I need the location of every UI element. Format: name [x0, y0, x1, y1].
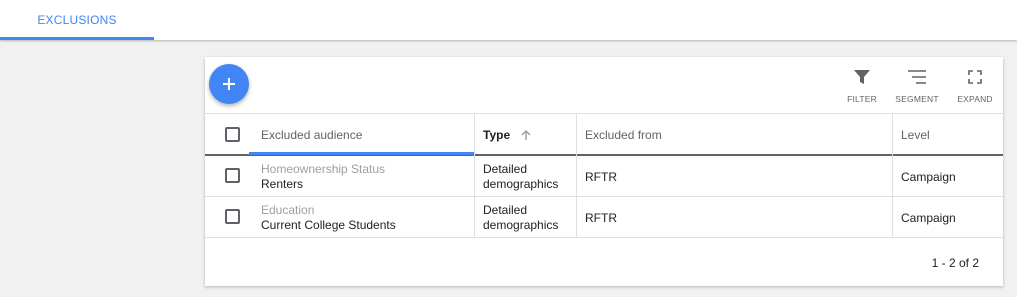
filter-button[interactable]: FILTER: [845, 66, 879, 106]
expand-button[interactable]: EXPAND: [956, 66, 994, 106]
tab-exclusions-label: EXCLUSIONS: [37, 13, 117, 27]
excluded-audience-cell: Education Current College Students: [261, 203, 396, 233]
audience-category: Education: [261, 203, 315, 217]
header-excluded-audience-label: Excluded audience: [261, 127, 363, 142]
expand-label: EXPAND: [957, 94, 993, 104]
header-excluded-from-label: Excluded from: [585, 127, 662, 142]
column-divider: [576, 114, 577, 237]
filter-icon: [854, 70, 870, 84]
header-excluded-from[interactable]: Excluded from: [585, 114, 662, 155]
segment-button[interactable]: SEGMENT: [894, 66, 940, 106]
type-line2: demographics: [483, 177, 559, 191]
header-excluded-audience[interactable]: Excluded audience: [261, 114, 362, 155]
column-divider: [474, 114, 475, 237]
header-level[interactable]: Level: [901, 114, 930, 155]
type-cell: Detailed demographics: [483, 162, 558, 192]
tab-exclusions[interactable]: EXCLUSIONS: [0, 0, 154, 40]
level-cell: Campaign: [901, 170, 956, 184]
row-checkbox[interactable]: [225, 168, 240, 183]
excluded-audience-cell: Homeownership Status Renters: [261, 162, 385, 192]
excluded-from-cell[interactable]: RFTR: [585, 170, 617, 185]
filter-label: FILTER: [847, 94, 877, 104]
type-line2: demographics: [483, 218, 559, 232]
type-cell: Detailed demographics: [483, 203, 558, 233]
column-divider: [892, 114, 893, 237]
type-line1: Detailed: [483, 203, 528, 217]
row-divider: [205, 237, 1003, 238]
top-tab-bar: EXCLUSIONS: [0, 0, 1017, 40]
audience-name: Renters: [261, 177, 304, 191]
header-type[interactable]: Type: [483, 114, 532, 155]
sort-ascending-icon: [521, 129, 531, 140]
excluded-from-cell[interactable]: RFTR: [585, 211, 617, 226]
segment-label: SEGMENT: [895, 94, 939, 104]
expand-icon: [968, 70, 982, 84]
type-line1: Detailed: [483, 162, 528, 176]
audience-category: Homeownership Status: [261, 162, 386, 176]
row-checkbox[interactable]: [225, 209, 240, 224]
level-cell: Campaign: [901, 211, 956, 225]
segment-icon: [908, 70, 926, 84]
add-exclusion-button[interactable]: [209, 64, 249, 104]
row-divider: [205, 196, 1003, 197]
pagination-summary: 1 - 2 of 2: [931, 256, 979, 270]
select-all-checkbox[interactable]: [225, 127, 240, 142]
header-type-label: Type: [483, 127, 511, 142]
active-tab-indicator: [0, 37, 154, 40]
header-level-label: Level: [901, 127, 930, 142]
plus-icon: [223, 78, 235, 90]
audience-name: Current College Students: [261, 218, 396, 232]
